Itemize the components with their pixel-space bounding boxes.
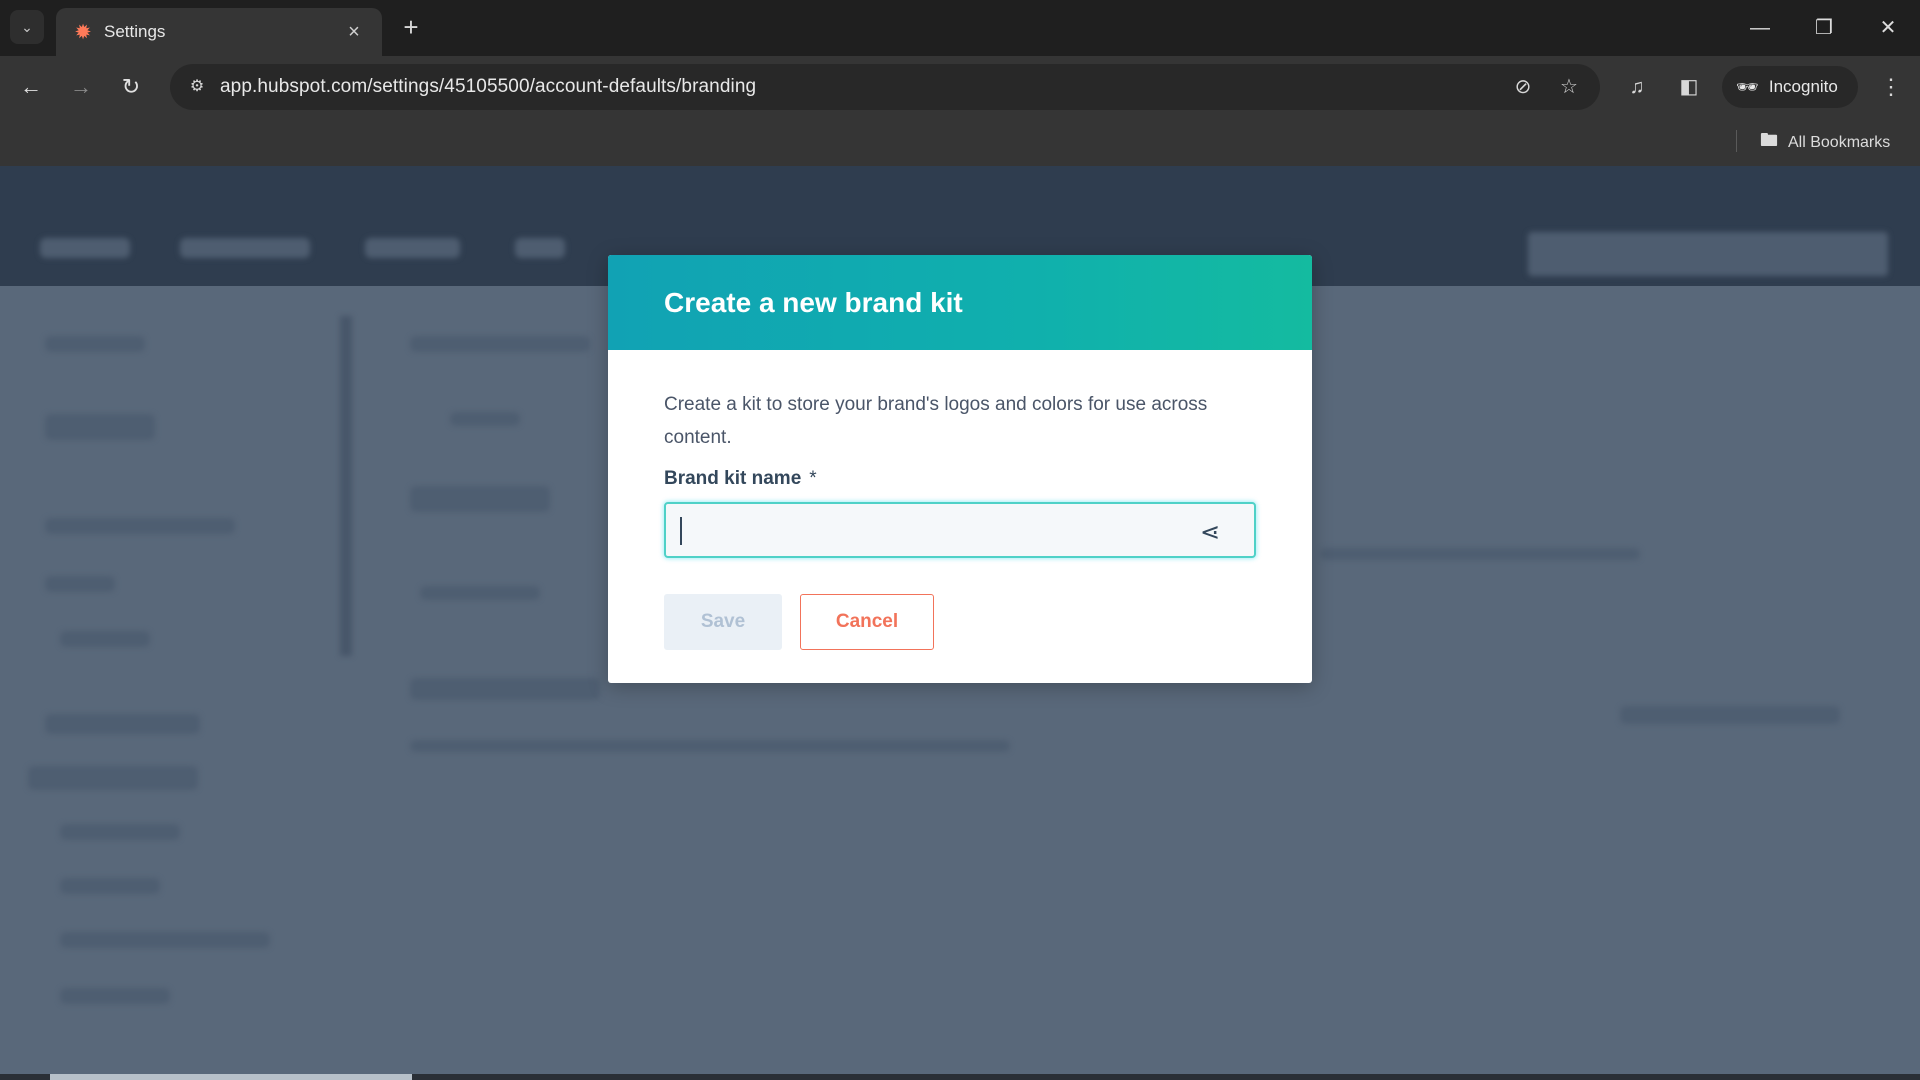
address-bar[interactable]: ⚙ app.hubspot.com/settings/45105500/acco…: [170, 64, 1600, 110]
save-button[interactable]: Save: [664, 594, 782, 650]
window-close-icon[interactable]: ✕: [1868, 10, 1908, 46]
blurred-sidebar-heading: [45, 414, 155, 440]
more-menu-icon[interactable]: ⋮: [1876, 72, 1906, 102]
blurred-sidebar-scrollbar: [340, 316, 352, 656]
modal-actions: Save Cancel: [664, 594, 1256, 650]
blurred-nav-item: [515, 238, 565, 258]
incognito-label: Incognito: [1768, 77, 1838, 96]
blurred-sidebar-text: [60, 878, 160, 894]
modal-header: Create a new brand kit: [608, 255, 1312, 350]
blurred-tab: [450, 412, 520, 426]
field-label-text: Brand kit name: [664, 468, 802, 489]
blurred-sidebar-text: [60, 631, 150, 647]
blurred-sidebar-text: [45, 518, 235, 534]
url-text[interactable]: app.hubspot.com/settings/45105500/accoun…: [220, 76, 756, 98]
folder-icon: 🖿: [1760, 130, 1778, 150]
required-marker: *: [809, 468, 817, 489]
text-caret: [680, 517, 682, 545]
blurred-sidebar-text: [60, 932, 270, 948]
incognito-profile-button[interactable]: 🕶 Incognito: [1722, 66, 1858, 108]
tab-close-icon[interactable]: ×: [342, 21, 366, 44]
eye-slash-icon[interactable]: ⊘: [1508, 72, 1538, 102]
side-panel-icon[interactable]: ◧: [1674, 72, 1704, 102]
all-bookmarks-button[interactable]: 🖿 All Bookmarks: [1760, 128, 1890, 158]
tab-title: Settings: [104, 22, 166, 41]
blurred-sidebar-text: [60, 988, 170, 1004]
hubspot-sprocket-icon: ✹: [75, 21, 91, 42]
blurred-nav-item: [180, 238, 310, 258]
chevron-down-icon: ⌄: [21, 18, 33, 35]
brand-kit-name-input[interactable]: [664, 502, 1256, 558]
modal-body: Create a kit to store your brand's logos…: [608, 350, 1312, 650]
blurred-sidebar-text: [45, 336, 145, 352]
reload-icon[interactable]: ↻: [114, 70, 148, 104]
blurred-sidebar-active-item: [28, 766, 198, 790]
back-icon[interactable]: ←: [14, 70, 48, 104]
all-bookmarks-label: All Bookmarks: [1788, 134, 1891, 151]
horizontal-scrollbar-thumb[interactable]: [50, 1074, 412, 1080]
new-tab-button[interactable]: +: [396, 12, 426, 42]
tab-search-button[interactable]: ⌄: [10, 10, 44, 44]
blurred-nav-item: [365, 238, 460, 258]
blurred-section-title: [410, 678, 600, 700]
brand-kit-name-label: Brand kit name *: [664, 468, 1256, 490]
restore-icon[interactable]: ❐: [1804, 10, 1844, 46]
blurred-nav-item: [40, 238, 130, 258]
browser-toolbar: ← → ↻ ⚙ app.hubspot.com/settings/4510550…: [0, 56, 1920, 118]
blurred-section-title: [410, 486, 550, 512]
media-control-icon[interactable]: ♫: [1622, 72, 1652, 102]
blurred-text: [1320, 548, 1640, 560]
browser-tab-strip: ⌄ ✹ Settings × + — ❐ ✕: [0, 0, 1920, 56]
blurred-text: [410, 740, 1010, 752]
minimize-icon[interactable]: —: [1740, 10, 1780, 46]
blurred-text: [420, 586, 540, 600]
blurred-breadcrumb: [410, 336, 590, 352]
blurred-sidebar-heading: [45, 714, 200, 734]
bookmarks-divider: [1736, 130, 1737, 152]
blurred-sidebar-text: [45, 576, 115, 592]
blurred-search-bar: [1528, 232, 1888, 276]
mouse-ibeam-cursor-icon: ⋖: [1200, 519, 1221, 546]
browser-tab-settings[interactable]: ✹ Settings ×: [56, 8, 382, 56]
bookmark-star-icon[interactable]: ☆: [1554, 72, 1584, 102]
blurred-action-link: [1620, 706, 1840, 724]
cancel-button[interactable]: Cancel: [800, 594, 934, 650]
bookmarks-bar: 🖿 All Bookmarks: [0, 118, 1920, 166]
create-brand-kit-modal: Create a new brand kit Create a kit to s…: [608, 255, 1312, 683]
incognito-icon: 🕶: [1736, 76, 1759, 97]
blurred-sidebar-text: [60, 824, 180, 840]
site-info-icon[interactable]: ⚙: [182, 72, 212, 102]
modal-description: Create a kit to store your brand's logos…: [664, 394, 1208, 448]
modal-title: Create a new brand kit: [664, 286, 963, 318]
forward-icon[interactable]: →: [64, 70, 98, 104]
